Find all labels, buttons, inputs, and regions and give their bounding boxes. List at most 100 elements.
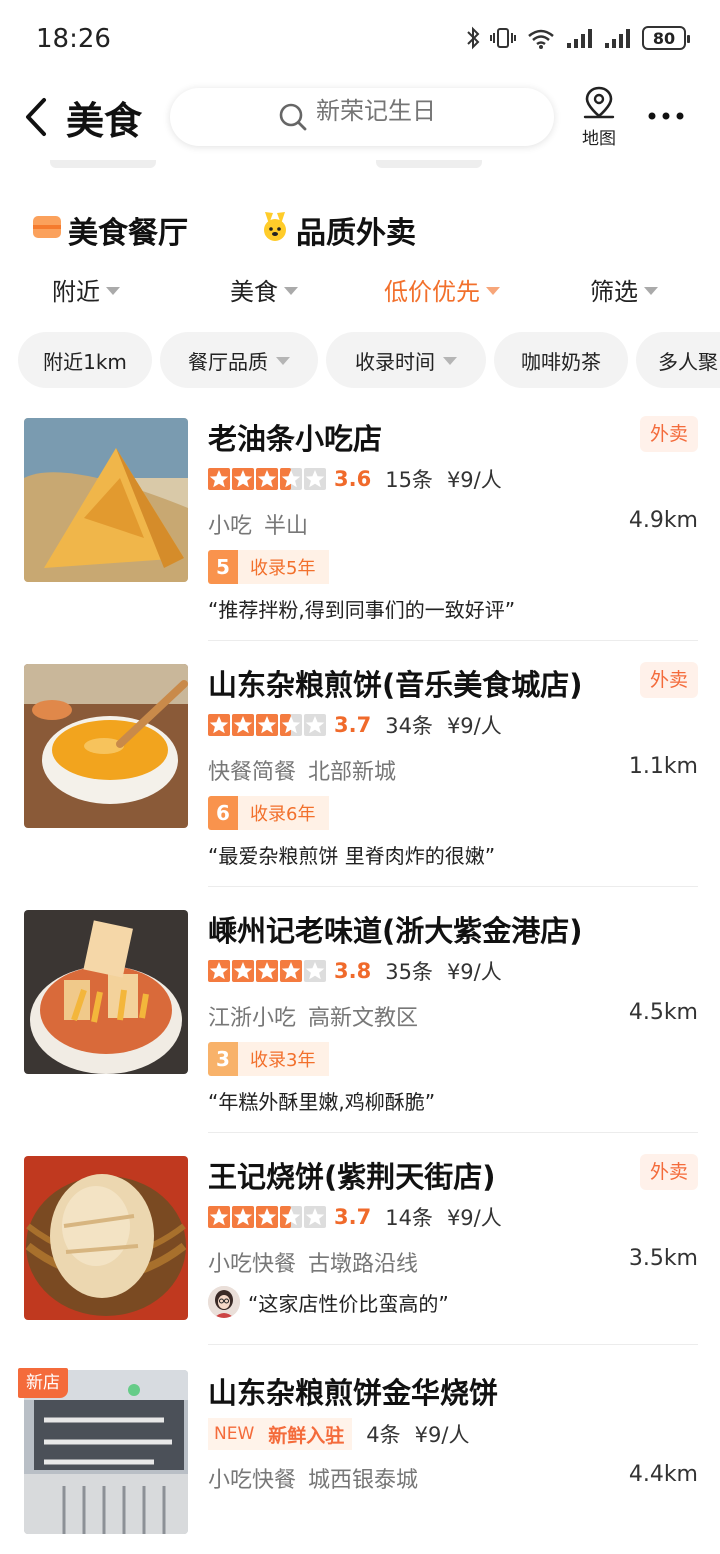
- filter-screen[interactable]: 筛选: [590, 272, 658, 307]
- review-quote: “最爱杂粮煎饼 里脊肉炸的很嫩”: [208, 844, 496, 868]
- filter-nearby[interactable]: 附近: [52, 272, 120, 307]
- chip-label: 咖啡奶茶: [521, 349, 601, 374]
- rating-score: 3.7: [334, 1205, 372, 1229]
- map-label: 地图: [582, 129, 616, 149]
- quick-filter-chips: 附近1km 餐厅品质 收录时间 咖啡奶茶 多人聚: [0, 332, 720, 388]
- collapsed-item: [50, 160, 156, 168]
- star-icon: [256, 960, 278, 982]
- restaurant-item[interactable]: 王记烧饼(紫荆天街店) 外卖 3.7 14条 ¥9/人 小吃快餐 古墩路沿线 3.…: [0, 1138, 720, 1348]
- distance: 4.5km: [628, 1000, 698, 1025]
- chip-label: 餐厅品质: [188, 349, 268, 374]
- review-count: 35条: [385, 960, 433, 984]
- category-row: 小吃快餐 古墩路沿线: [208, 1246, 418, 1278]
- category-row: 小吃快餐 城西银泰城: [208, 1462, 418, 1494]
- restaurant-name: 嵊州记老味道(浙大紫金港店): [208, 914, 583, 948]
- star-icon: [304, 468, 326, 490]
- collapsed-item: [376, 160, 482, 168]
- restaurant-item[interactable]: 嵊州记老味道(浙大紫金港店) 3.8 35条 ¥9/人 江浙小吃 高新文教区 4.…: [0, 892, 720, 1138]
- restaurant-photo: [24, 664, 188, 828]
- search-icon: [279, 103, 307, 131]
- filter-sort-low-price[interactable]: 低价优先: [384, 272, 500, 307]
- star-icon: [232, 960, 254, 982]
- area: 半山: [264, 514, 309, 539]
- caret-down-icon: [106, 286, 120, 295]
- category: 江浙小吃: [208, 1006, 297, 1031]
- caret-down-icon: [443, 357, 457, 365]
- star-icon: [232, 468, 254, 490]
- status-icons: 80: [466, 26, 690, 50]
- delivery-tag: 外卖: [639, 662, 698, 698]
- price-per-person: ¥9/人: [414, 1423, 470, 1447]
- caret-down-icon: [486, 286, 500, 295]
- rating-row: 3.8 35条 ¥9/人: [208, 956, 502, 986]
- back-icon[interactable]: [18, 92, 58, 142]
- area: 古墩路沿线: [308, 1252, 419, 1277]
- price-per-person: ¥9/人: [446, 468, 502, 492]
- category-row: 快餐简餐 北部新城: [208, 754, 396, 786]
- wifi-icon: [528, 29, 554, 49]
- review-count: 4条: [366, 1423, 401, 1447]
- listing-years-badge: 5 收录5年: [208, 550, 330, 584]
- bluetooth-icon: [467, 26, 480, 50]
- category-row: 江浙小吃 高新文教区: [208, 1000, 418, 1032]
- caret-down-icon: [276, 357, 290, 365]
- chip-restaurant-quality[interactable]: 餐厅品质: [160, 332, 318, 388]
- signal-icon: [567, 29, 592, 48]
- caret-down-icon: [644, 286, 658, 295]
- restaurant-item[interactable]: 新店 山东杂粮煎饼金华烧饼 NEW 新鲜入驻 4条 ¥9/人 小吃快餐 城西银泰城 …: [0, 1354, 720, 1554]
- star-icon: [208, 714, 230, 736]
- star-icon: [208, 1206, 230, 1228]
- distance: 4.4km: [628, 1462, 698, 1487]
- star-rating: [208, 1206, 326, 1228]
- chip-listing-time[interactable]: 收录时间: [326, 332, 486, 388]
- divider: [208, 1344, 698, 1345]
- caret-down-icon: [284, 286, 298, 295]
- star-icon: [208, 960, 230, 982]
- years-number: 6: [208, 796, 238, 830]
- star-icon: [280, 960, 302, 982]
- category: 小吃快餐: [208, 1468, 297, 1493]
- chip-within-1km[interactable]: 附近1km: [18, 332, 152, 388]
- reviewer-avatar: [208, 1286, 240, 1318]
- new-store-tag: 新店: [18, 1368, 68, 1398]
- distance: 3.5km: [628, 1246, 698, 1271]
- page-title: 美食: [66, 99, 143, 143]
- chip-coffee-tea[interactable]: 咖啡奶茶: [494, 332, 628, 388]
- category-row: 小吃 半山: [208, 508, 308, 540]
- new-badge-text: 新鲜入驻: [260, 1418, 353, 1450]
- map-pin-icon: [583, 86, 615, 119]
- restaurant-photo: [24, 418, 188, 582]
- price-per-person: ¥9/人: [446, 714, 502, 738]
- restaurant-name: 山东杂粮煎饼(音乐美食城店): [208, 668, 583, 702]
- vibrate-icon: [490, 28, 516, 48]
- star-icon: [280, 1206, 302, 1228]
- star-icon: [304, 714, 326, 736]
- price-per-person: ¥9/人: [446, 960, 502, 984]
- chip-label: 收录时间: [355, 349, 435, 374]
- tab-quality-delivery[interactable]: 品质外卖: [296, 208, 416, 252]
- restaurant-name: 王记烧饼(紫荆天街店): [208, 1160, 496, 1194]
- divider: [208, 886, 698, 887]
- star-rating: [208, 960, 326, 982]
- filter-category[interactable]: 美食: [230, 272, 298, 307]
- map-button[interactable]: 地图: [576, 84, 622, 149]
- chip-group-dining[interactable]: 多人聚: [636, 332, 720, 388]
- years-label: 收录3年: [238, 1042, 330, 1076]
- star-icon: [256, 1206, 278, 1228]
- filter-label: 美食: [230, 278, 278, 306]
- status-bar: 18:26 80: [0, 0, 720, 80]
- search-bar[interactable]: [170, 88, 554, 146]
- restaurant-item[interactable]: 老油条小吃店 外卖 3.6 15条 ¥9/人 小吃 半山 4.9km 5 收录5年 …: [0, 400, 720, 646]
- delivery-tag: 外卖: [639, 1154, 698, 1190]
- rating-row: 3.7 34条 ¥9/人: [208, 710, 502, 740]
- tab-food-restaurants[interactable]: 美食餐厅: [68, 208, 188, 252]
- restaurant-item[interactable]: 山东杂粮煎饼(音乐美食城店) 外卖 3.7 34条 ¥9/人 快餐简餐 北部新城 …: [0, 646, 720, 892]
- more-icon[interactable]: [646, 106, 686, 126]
- star-icon: [232, 714, 254, 736]
- star-icon: [304, 960, 326, 982]
- restaurant-photo: [24, 910, 188, 1074]
- search-input[interactable]: [316, 98, 536, 126]
- review-count: 15条: [385, 468, 433, 492]
- rating-score: 3.7: [334, 713, 372, 737]
- signal-icon-2: [605, 29, 630, 48]
